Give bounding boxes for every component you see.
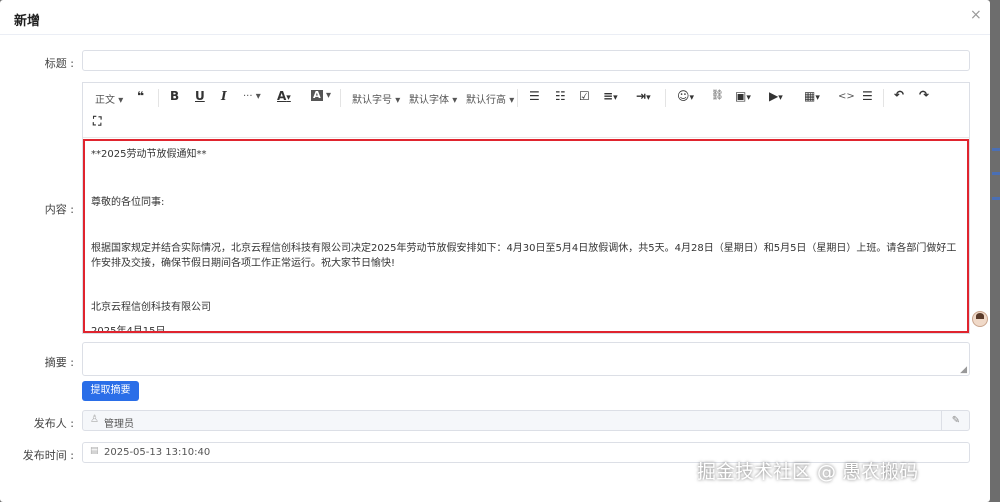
todo-list-icon[interactable]: ☑ <box>579 89 590 103</box>
dialog-header: 新增 × <box>0 0 990 35</box>
summary-textarea[interactable]: ◢ <box>82 342 970 376</box>
font-family-select[interactable]: 默认字体 ▾ <box>409 91 457 106</box>
image-icon[interactable]: ▣▾ <box>735 89 751 103</box>
edit-icon[interactable]: ✎ <box>941 411 970 430</box>
content-line: 根据国家规定并结合实际情况，北京云程信创科技有限公司决定2025年劳动节放假安排… <box>91 243 957 269</box>
close-icon[interactable]: × <box>970 7 982 23</box>
title-input[interactable] <box>82 50 970 71</box>
undo-icon[interactable]: ↶ <box>894 88 904 102</box>
title-label: 标题 <box>4 55 74 71</box>
summary-label: 摘要 <box>4 354 74 370</box>
link-icon[interactable]: ⛓ <box>711 90 724 101</box>
background-page-edge <box>990 0 1000 502</box>
content-line: 2025年4月15日 <box>91 326 166 333</box>
avatar[interactable] <box>972 311 988 327</box>
dialog-title: 新增 <box>14 14 41 29</box>
watermark: 掘金技术社区 @ 愚农搬码 <box>697 461 919 483</box>
bold-icon[interactable]: B <box>170 89 179 103</box>
table-icon[interactable]: ▦▾ <box>804 89 820 103</box>
font-size-select[interactable]: 默认字号 ▾ <box>352 91 400 106</box>
video-icon[interactable]: ▶▾ <box>769 89 783 103</box>
divider-icon[interactable]: ☰ <box>862 89 873 103</box>
publisher-input[interactable]: ♙ 管理员 ✎ <box>82 410 970 431</box>
user-icon: ♙ <box>90 414 99 425</box>
more-styles-icon[interactable]: ··· ▾ <box>243 91 261 102</box>
publisher-label: 发布人 <box>4 415 74 431</box>
resize-handle-icon[interactable]: ◢ <box>960 365 967 375</box>
paragraph-select[interactable]: 正文 ▾ <box>95 91 123 106</box>
content-label: 内容 <box>4 201 74 217</box>
code-icon[interactable]: <> <box>838 91 855 102</box>
align-icon[interactable]: ≡▾ <box>603 89 618 103</box>
add-dialog: 新增 × 标题 内容 正文 ▾ ❝ B U I ··· ▾ A▾ A ▾ 默认字… <box>0 0 990 502</box>
content-line: 北京云程信创科技有限公司 <box>91 302 211 313</box>
line-height-select[interactable]: 默认行高 ▾ <box>466 91 514 106</box>
editor-content[interactable]: **2025劳动节放假通知** 尊敬的各位同事: 根据国家规定并结合实际情况，北… <box>83 139 969 333</box>
italic-icon[interactable]: I <box>221 89 227 103</box>
quote-icon[interactable]: ❝ <box>137 89 144 103</box>
content-line: **2025劳动节放假通知** <box>91 149 207 160</box>
extract-summary-button[interactable]: 提取摘要 <box>82 381 139 401</box>
content-line: 尊敬的各位同事: <box>91 197 165 208</box>
underline-icon[interactable]: U <box>195 89 205 103</box>
background-color-icon[interactable]: A ▾ <box>311 90 331 101</box>
numbered-list-icon[interactable]: ☷ <box>555 89 566 103</box>
redo-icon[interactable]: ↷ <box>919 88 929 102</box>
bulleted-list-icon[interactable]: ☰ <box>529 89 540 103</box>
emoji-icon[interactable]: ☺▾ <box>677 89 694 103</box>
calendar-icon: ▤ <box>90 446 99 456</box>
publish-time-label: 发布时间 <box>4 447 74 463</box>
editor-toolbar: 正文 ▾ ❝ B U I ··· ▾ A▾ A ▾ 默认字号 ▾ 默认字体 ▾ … <box>83 83 969 138</box>
rich-text-editor: 正文 ▾ ❝ B U I ··· ▾ A▾ A ▾ 默认字号 ▾ 默认字体 ▾ … <box>82 82 970 334</box>
font-color-icon[interactable]: A▾ <box>277 89 291 103</box>
fullscreen-icon[interactable]: ⛶ <box>93 114 101 129</box>
indent-icon[interactable]: ⇥▾ <box>636 89 651 103</box>
